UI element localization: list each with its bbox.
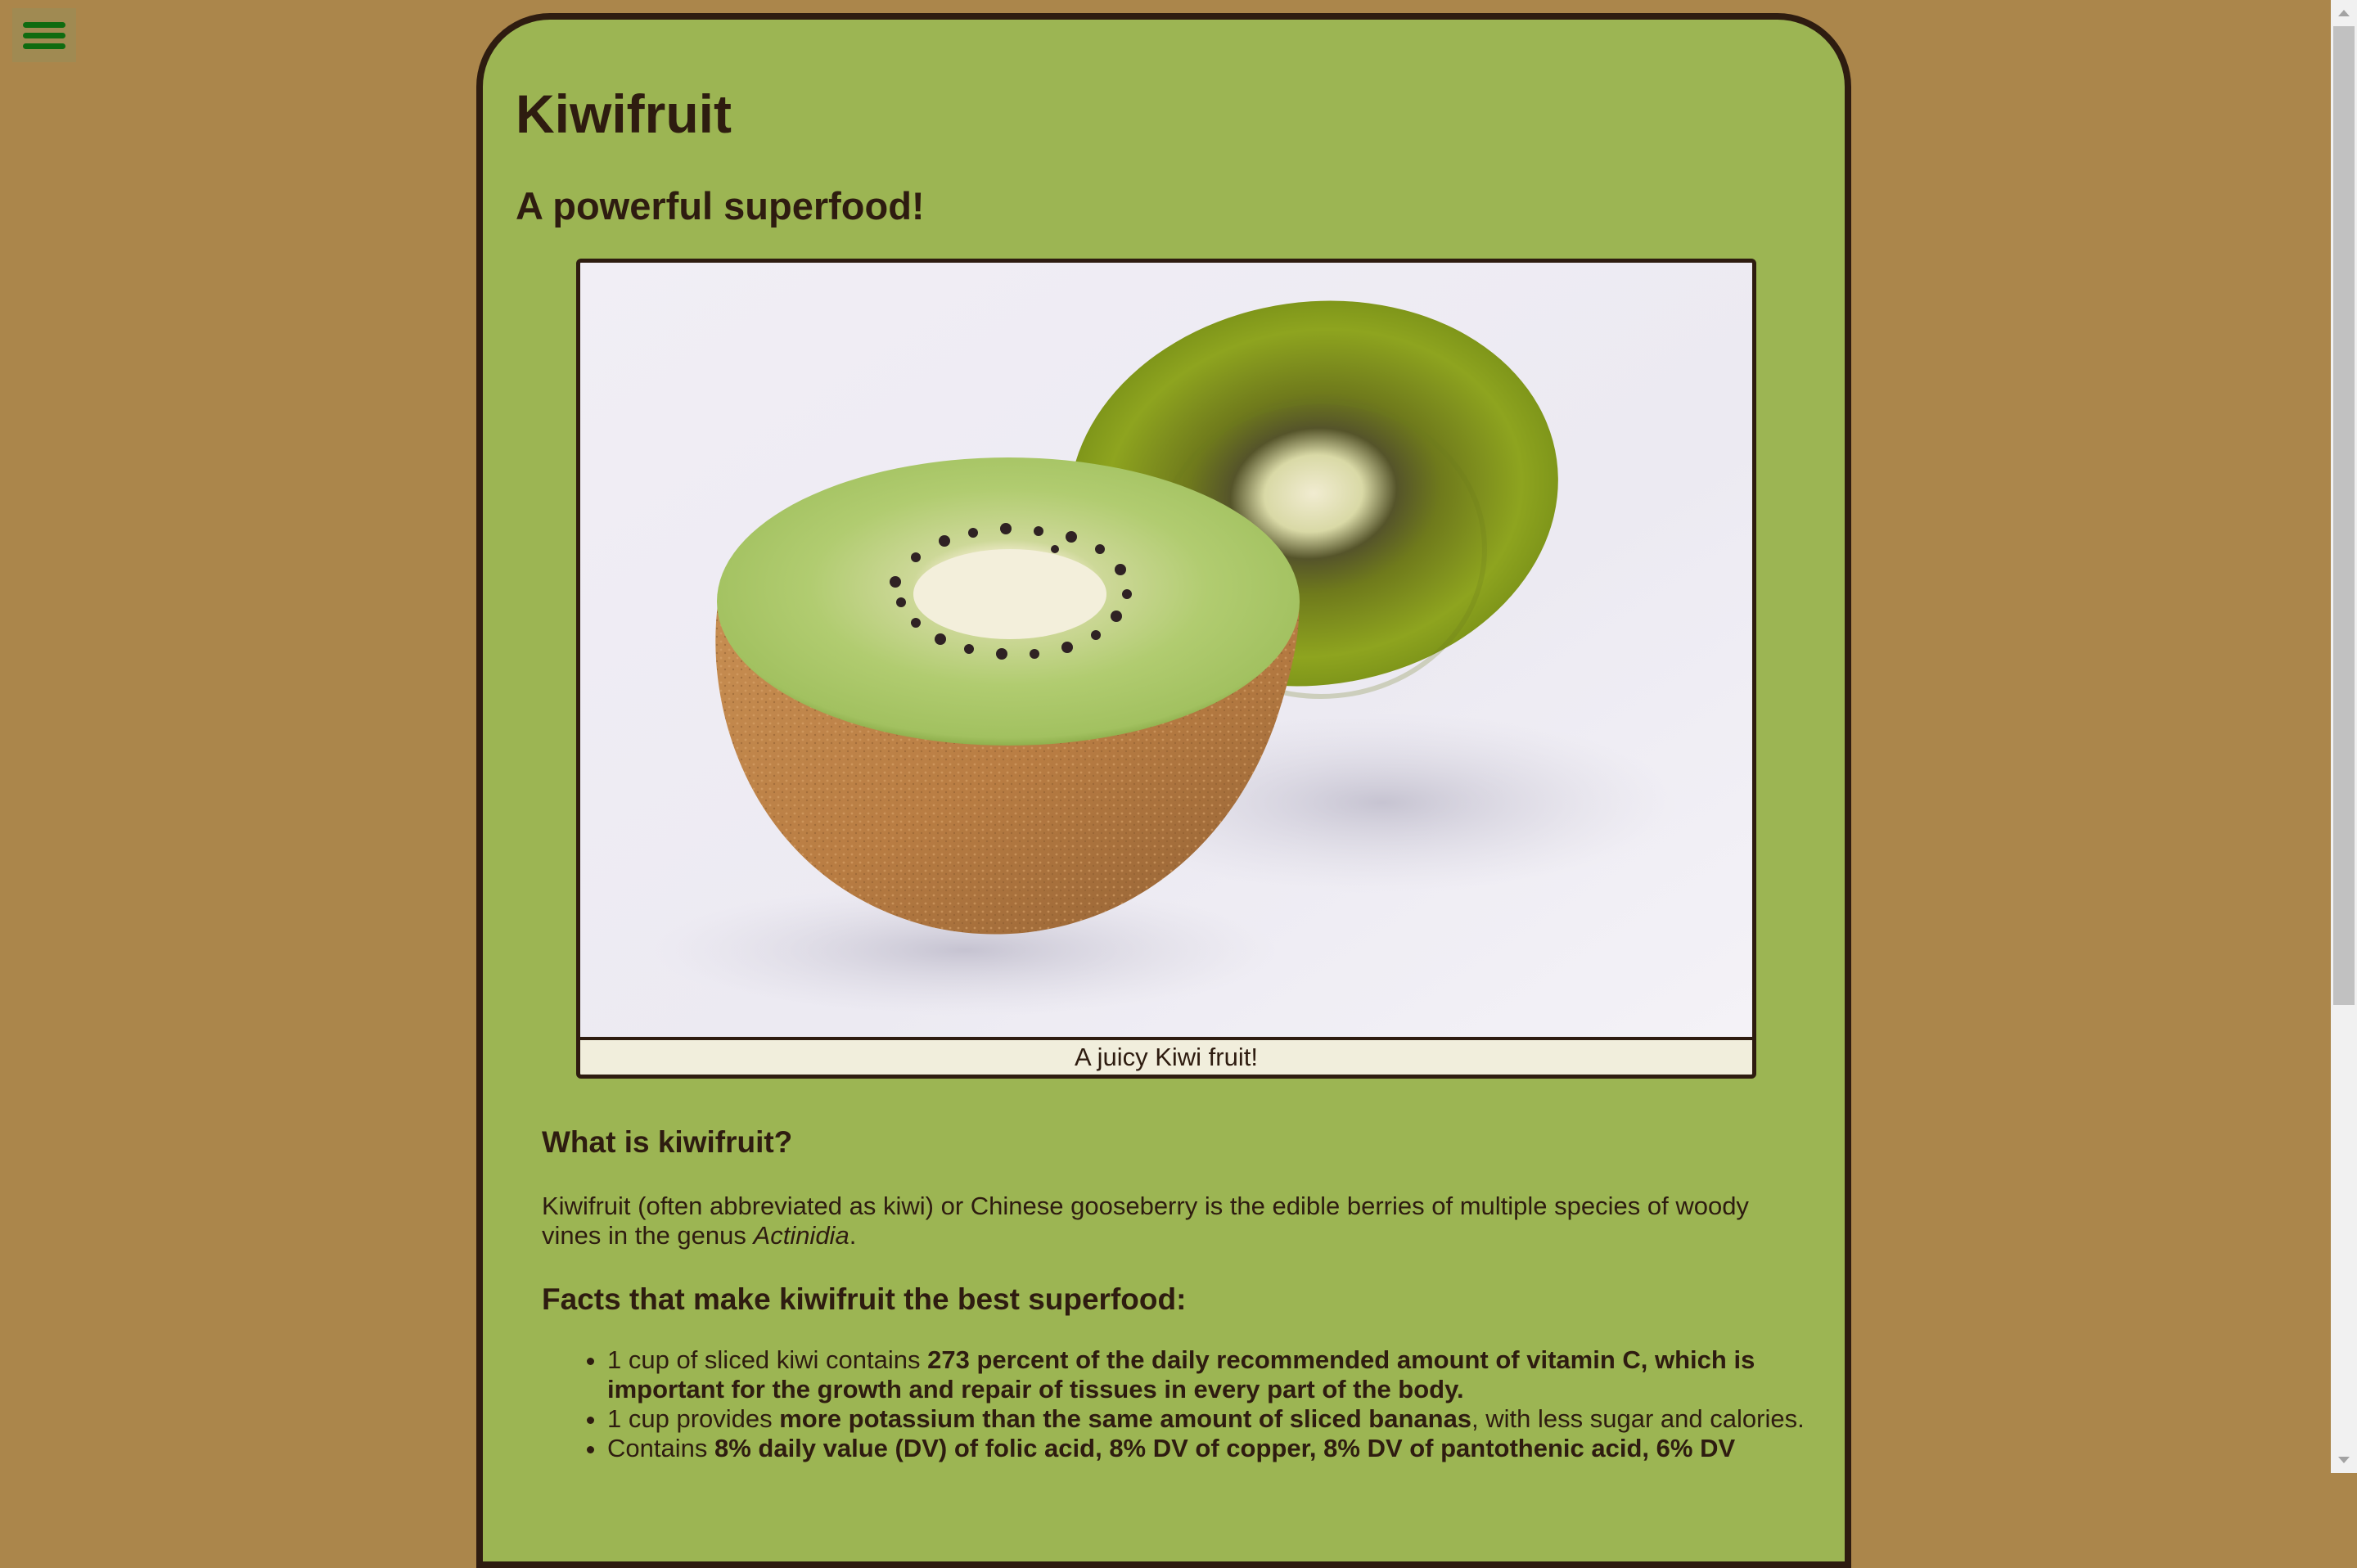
scroll-up-icon[interactable] <box>2338 10 2350 16</box>
vertical-scrollbar[interactable] <box>2331 0 2357 1473</box>
list-item: Contains 8% daily value (DV) of folic ac… <box>607 1434 1810 1463</box>
content-card: Kiwifruit A powerful superfood! A juicy … <box>476 13 1851 1568</box>
kiwi-figure: A juicy Kiwi fruit! <box>576 259 1756 1079</box>
what-is-heading: What is kiwifruit? <box>542 1125 793 1159</box>
figure-caption: A juicy Kiwi fruit! <box>1075 1043 1258 1071</box>
facts-list: 1 cup of sliced kiwi contains 273 percen… <box>542 1345 1810 1463</box>
page-subtitle: A powerful superfood! <box>516 184 925 228</box>
kiwi-photo <box>580 263 1752 1040</box>
page-title: Kiwifruit <box>516 83 732 144</box>
intro-paragraph: Kiwifruit (often abbreviated as kiwi) or… <box>542 1192 1749 1250</box>
list-item: 1 cup of sliced kiwi contains 273 percen… <box>607 1345 1810 1404</box>
facts-heading: Facts that make kiwifruit the best super… <box>542 1282 1187 1316</box>
scrollbar-thumb[interactable] <box>2333 26 2355 1005</box>
list-item: 1 cup provides more potassium than the s… <box>607 1404 1810 1434</box>
genus-name: Actinidia <box>753 1221 850 1250</box>
menu-button[interactable] <box>12 8 76 62</box>
scroll-down-icon[interactable] <box>2338 1457 2350 1463</box>
